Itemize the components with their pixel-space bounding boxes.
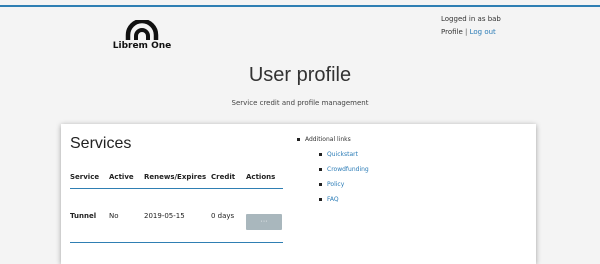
librem-one-logo[interactable]: Librem One: [110, 20, 174, 51]
list-item: Quickstart: [319, 151, 358, 158]
link-separator: |: [465, 28, 468, 36]
table-header-divider: [70, 188, 283, 189]
cell-active: No: [109, 212, 119, 220]
column-header-active: Active: [109, 173, 134, 181]
logged-in-status: Logged in as bab: [441, 15, 501, 23]
top-accent-bar: [0, 5, 600, 7]
bullet-icon: [319, 183, 322, 186]
column-header-service: Service: [70, 173, 100, 181]
additional-links-heading: Additional links: [297, 136, 351, 143]
logo-text: Librem One: [112, 41, 172, 51]
service-actions-button[interactable]: ···: [246, 214, 282, 230]
user-links: Profile | Log out: [441, 26, 501, 39]
additional-links: Additional links Quickstart Crowdfunding…: [297, 136, 369, 203]
services-card: Services Service Active Renews/Expires C…: [61, 124, 536, 264]
profile-link[interactable]: Profile: [441, 28, 463, 36]
logout-link[interactable]: Log out: [470, 28, 496, 36]
additional-links-label: Additional links: [305, 136, 351, 143]
list-item: FAQ: [319, 196, 339, 203]
table-footer-divider: [70, 242, 283, 243]
bullet-icon: [319, 168, 322, 171]
page-subtitle: Service credit and profile management: [231, 99, 369, 107]
page-title: User profile: [248, 64, 352, 86]
cell-renews-expires: 2019-05-15: [144, 212, 185, 220]
bullet-icon: [297, 138, 300, 141]
policy-link[interactable]: Policy: [327, 181, 344, 188]
column-header-credit: Credit: [211, 173, 236, 181]
user-menu: Logged in as bab Profile | Log out: [441, 13, 501, 39]
bullet-icon: [319, 198, 322, 201]
services-heading: Services: [70, 135, 132, 152]
column-header-actions: Actions: [246, 173, 276, 181]
list-item: Crowdfunding: [319, 166, 369, 173]
faq-link[interactable]: FAQ: [327, 196, 339, 203]
list-item: Policy: [319, 181, 344, 188]
cell-service: Tunnel: [70, 212, 97, 220]
crowdfunding-link[interactable]: Crowdfunding: [327, 166, 369, 173]
cell-credit: 0 days: [211, 212, 235, 220]
librem-arch-logo-icon: [125, 20, 159, 40]
quickstart-link[interactable]: Quickstart: [327, 151, 358, 158]
bullet-icon: [319, 153, 322, 156]
column-header-renews-expires: Renews/Expires: [144, 173, 207, 181]
